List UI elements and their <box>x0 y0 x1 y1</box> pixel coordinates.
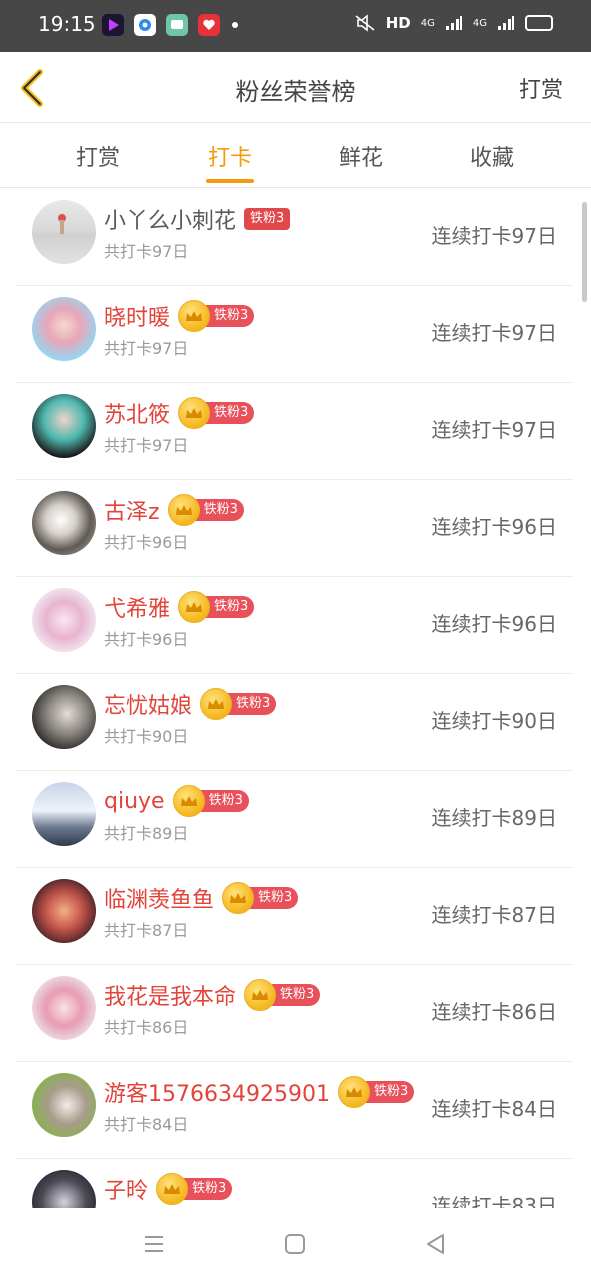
signal-4g-label-1: 4G <box>420 17 435 29</box>
battery-icon <box>525 15 553 31</box>
crown-icon <box>337 1076 370 1108</box>
streak-checkin: 连续打卡96日 <box>431 612 557 636</box>
list-scrollbar[interactable] <box>582 202 587 302</box>
status-indicators: HD 4G 4G <box>354 14 553 32</box>
total-checkin: 共打卡86日 <box>104 1018 189 1037</box>
list-item[interactable]: qiuye 铁粉3 共打卡89日 连续打卡89日 <box>16 770 573 868</box>
list-item[interactable]: 忘忧姑娘 铁粉3 共打卡90日 连续打卡90日 <box>16 673 573 771</box>
signal-icon <box>445 16 462 30</box>
hd-label: HD <box>385 14 411 32</box>
signal-icon-2 <box>498 16 514 30</box>
avatar[interactable] <box>32 879 96 943</box>
page-title: 粉丝荣誉榜 <box>235 78 356 106</box>
tab-tip[interactable]: 打赏 <box>58 140 138 172</box>
total-checkin: 共打卡96日 <box>104 533 189 552</box>
total-checkin: 共打卡90日 <box>104 727 189 746</box>
user-name: 游客1576634925901 <box>104 1082 330 1107</box>
back-icon[interactable] <box>419 1228 451 1260</box>
total-checkin: 共打卡84日 <box>104 1115 189 1134</box>
streak-checkin: 连续打卡96日 <box>431 515 557 539</box>
avatar[interactable] <box>32 200 96 264</box>
list-item[interactable]: 我花是我本命 铁粉3 共打卡86日 连续打卡86日 <box>16 964 573 1062</box>
streak-checkin: 连续打卡87日 <box>431 903 557 927</box>
crown-icon <box>178 591 211 623</box>
crown-icon <box>178 300 211 332</box>
avatar[interactable] <box>32 491 96 555</box>
list-item[interactable]: 游客1576634925901 铁粉3 共打卡84日 连续打卡84日 <box>16 1061 573 1159</box>
total-checkin: 共打卡97日 <box>104 242 189 261</box>
app-header: 粉丝荣誉榜 打赏 <box>0 52 591 123</box>
streak-checkin: 连续打卡83日 <box>431 1194 557 1208</box>
crown-icon <box>167 494 200 526</box>
streak-checkin: 连续打卡84日 <box>431 1097 557 1121</box>
avatar[interactable] <box>32 976 96 1040</box>
fan-ranking-list: 小丫么小刺花 铁粉3 共打卡97日 连续打卡97日 晓时暖 铁粉3 共打卡97日… <box>0 188 591 1208</box>
total-checkin: 共打卡97日 <box>104 339 189 358</box>
list-item[interactable]: 晓时暖 铁粉3 共打卡97日 连续打卡97日 <box>16 285 573 383</box>
notification-icons <box>102 14 238 36</box>
total-checkin: 共打卡97日 <box>104 436 189 455</box>
message-app-icon <box>166 14 188 36</box>
streak-checkin: 连续打卡86日 <box>431 1000 557 1024</box>
crown-icon <box>244 979 277 1011</box>
avatar[interactable] <box>32 1073 96 1137</box>
user-name: 临渊羡鱼鱼 <box>104 888 215 913</box>
system-nav-bar <box>0 1208 591 1280</box>
avatar[interactable] <box>32 297 96 361</box>
user-name: 子昤 <box>104 1179 149 1204</box>
signal-4g-label-2: 4G <box>472 17 487 29</box>
mute-icon <box>355 14 375 32</box>
streak-checkin: 连续打卡89日 <box>431 806 557 830</box>
avatar[interactable] <box>32 394 96 458</box>
more-notifications-dot <box>232 22 238 28</box>
streak-checkin: 连续打卡97日 <box>431 321 557 345</box>
list-item[interactable]: 临渊羡鱼鱼 铁粉3 共打卡87日 连续打卡87日 <box>16 867 573 965</box>
streak-checkin: 连续打卡97日 <box>431 224 557 248</box>
total-checkin: 共打卡89日 <box>104 824 189 843</box>
active-tab-indicator <box>206 179 254 183</box>
streak-checkin: 连续打卡97日 <box>431 418 557 442</box>
tab-favorites[interactable]: 收藏 <box>452 140 532 172</box>
tip-button[interactable]: 打赏 <box>519 72 563 104</box>
heart-app-icon <box>198 14 220 36</box>
user-name: 忘忧姑娘 <box>104 694 193 719</box>
user-name: qiuye <box>104 788 165 814</box>
user-name: 苏北筱 <box>104 403 171 428</box>
status-bar: 19:15 HD 4G 4G <box>0 0 591 52</box>
list-item[interactable]: 小丫么小刺花 铁粉3 共打卡97日 连续打卡97日 <box>16 188 573 286</box>
avatar[interactable] <box>32 685 96 749</box>
total-checkin: 共打卡87日 <box>104 921 189 940</box>
crown-icon <box>222 882 255 914</box>
browser-app-icon <box>134 14 156 36</box>
tab-flowers[interactable]: 鲜花 <box>321 140 401 172</box>
tab-bar: 打赏 打卡 鲜花 收藏 <box>0 123 591 188</box>
user-name: 我花是我本命 <box>104 985 237 1010</box>
user-name: 小丫么小刺花 <box>104 209 237 234</box>
list-item[interactable]: 古泽z 铁粉3 共打卡96日 连续打卡96日 <box>16 479 573 577</box>
crown-icon <box>200 688 233 720</box>
user-name: 古泽z <box>104 500 160 525</box>
home-icon[interactable] <box>279 1228 311 1260</box>
crown-icon <box>178 397 211 429</box>
crown-icon <box>172 785 205 817</box>
video-app-icon <box>102 14 124 36</box>
crown-icon <box>156 1173 189 1205</box>
status-time: 19:15 <box>38 12 96 36</box>
total-checkin: 共打卡96日 <box>104 630 189 649</box>
avatar[interactable] <box>32 782 96 846</box>
streak-checkin: 连续打卡90日 <box>431 709 557 733</box>
list-item[interactable]: 弋希雅 铁粉3 共打卡96日 连续打卡96日 <box>16 576 573 674</box>
menu-icon[interactable] <box>138 1228 170 1260</box>
avatar[interactable] <box>32 588 96 652</box>
list-item[interactable]: 子昤 铁粉3 连续打卡83日 <box>16 1158 573 1208</box>
list-item[interactable]: 苏北筱 铁粉3 共打卡97日 连续打卡97日 <box>16 382 573 480</box>
tab-checkin[interactable]: 打卡 <box>190 140 270 172</box>
fan-level-badge: 铁粉3 <box>244 208 291 230</box>
user-name: 晓时暖 <box>104 306 171 331</box>
user-name: 弋希雅 <box>104 597 171 622</box>
avatar[interactable] <box>32 1170 96 1208</box>
